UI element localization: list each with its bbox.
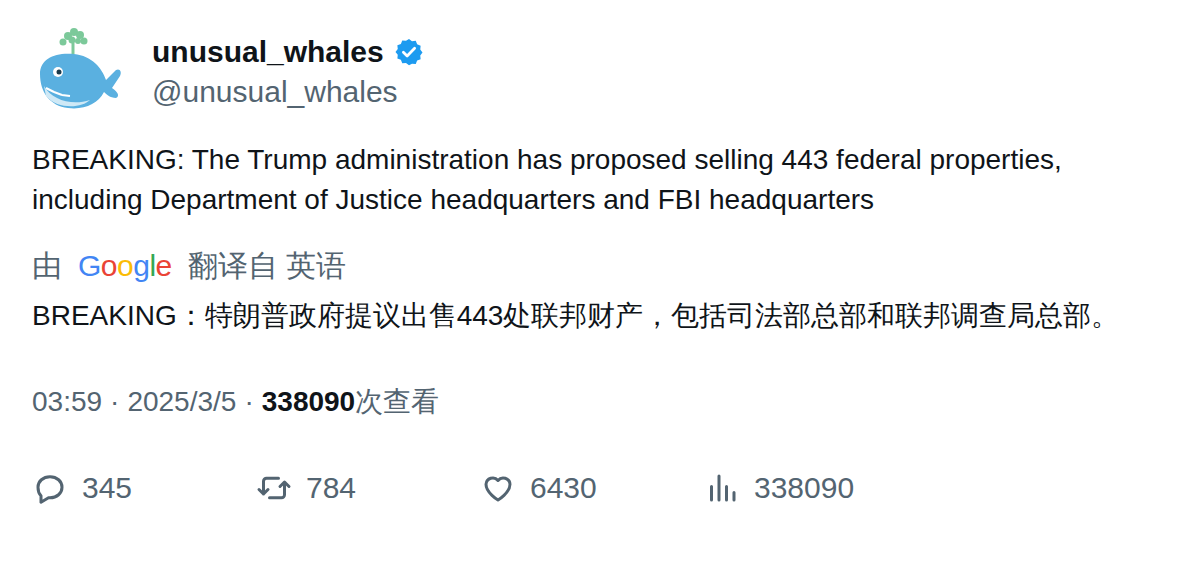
google-logo: Google: [78, 246, 172, 286]
view-count: 338090次查看: [262, 382, 439, 422]
views-chart-icon: [704, 470, 740, 506]
like-button[interactable]: 6430: [480, 468, 704, 508]
retweet-icon: [256, 470, 292, 506]
reply-icon: [32, 470, 68, 506]
verified-badge-icon: [394, 37, 424, 67]
action-bar: 3457846430338090: [32, 468, 1164, 508]
heart-icon: [480, 470, 516, 506]
tweet-time[interactable]: 03:59: [32, 382, 102, 422]
tweet-text: BREAKING: The Trump administration has p…: [32, 140, 1164, 220]
views-button[interactable]: 338090: [704, 468, 928, 508]
retweet-button[interactable]: 784: [256, 468, 480, 508]
tweet-card: unusual_whales @unusual_whales BREAKING: T…: [0, 0, 1196, 578]
whale-avatar-icon[interactable]: [32, 26, 126, 118]
tweet-date[interactable]: 2025/3/5: [127, 382, 236, 422]
translated-text: BREAKING：特朗普政府提议出售443处联邦财产，包括司法部总部和联邦调查局…: [32, 296, 1164, 336]
author-handle[interactable]: @unusual_whales: [152, 74, 424, 110]
reply-button[interactable]: 345: [32, 468, 256, 508]
translation-label[interactable]: 由Google翻译自 英语: [32, 246, 1164, 286]
tweet-meta: 03:59·2025/3/5·338090次查看: [32, 382, 1164, 422]
author-name[interactable]: unusual_whales: [152, 34, 384, 70]
tweet-header: unusual_whales @unusual_whales: [32, 26, 1164, 118]
